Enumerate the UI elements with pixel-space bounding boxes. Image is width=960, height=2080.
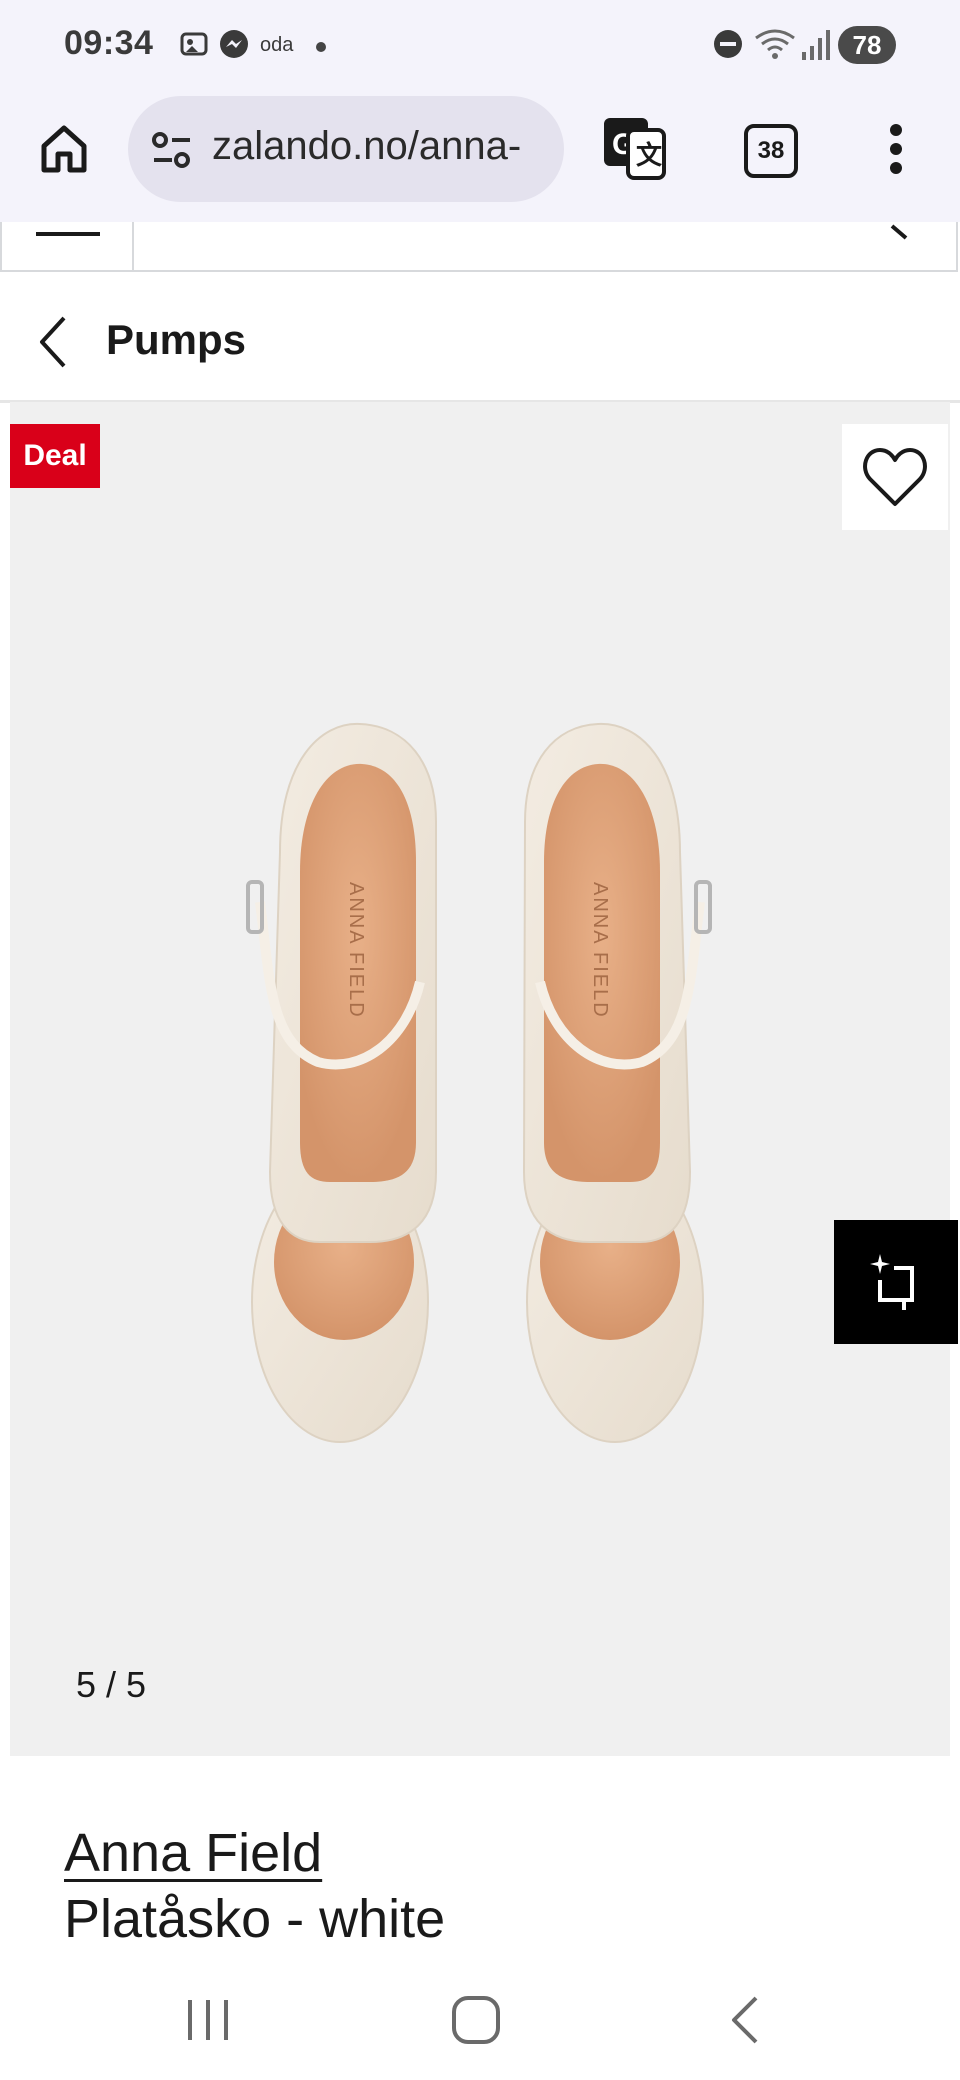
category-header: Pumps [0,274,960,403]
signal-icon [802,30,830,60]
strip-divider [132,222,134,272]
screenshot-icon [180,32,208,56]
home-icon[interactable] [36,120,92,176]
address-bar[interactable]: zalando.no/anna- [128,96,564,202]
product-name: Platåsko - white [64,1889,446,1949]
brand-link[interactable]: Anna Field [64,1822,322,1884]
wishlist-button[interactable] [842,424,948,530]
visual-search-button[interactable] [834,1220,958,1344]
category-title[interactable]: Pumps [106,316,246,364]
wifi-icon [755,29,795,59]
dnd-icon [714,30,742,58]
notification-label: oda [260,34,294,56]
home-nav-icon[interactable] [450,1994,502,2046]
status-bar: 09:34 oda 78 [0,0,960,96]
url-text[interactable]: zalando.no/anna- [212,124,552,169]
menu-icon[interactable] [36,232,100,236]
svg-text:ANNA FIELD: ANNA FIELD [589,882,611,1019]
notification-dot [316,42,326,52]
battery-indicator: 78 [838,26,896,64]
site-search-strip [0,222,960,276]
svg-text:文: 文 [636,140,663,170]
left-shoe: ANNA FIELD [246,722,437,1443]
back-nav-icon[interactable] [728,1994,764,2046]
deal-badge: Deal [10,424,100,488]
tab-switcher-button[interactable]: 38 [744,124,798,178]
image-counter: 5 / 5 [76,1664,147,1705]
svg-text:ANNA FIELD: ANNA FIELD [345,882,367,1019]
messenger-icon [220,30,248,58]
ai-crop-icon [870,1254,914,1310]
chevron-icon[interactable] [888,222,918,252]
more-vert-icon[interactable] [888,124,904,174]
site-settings-icon[interactable] [150,130,194,170]
product-image-gallery[interactable]: Deal ANNA FIELD ANNA FIELD 5 / 5 [10,402,958,1756]
translate-icon[interactable]: G 文 [602,116,666,180]
heart-icon [863,448,927,506]
clock: 09:34 [64,24,154,62]
recent-apps-icon[interactable] [186,1994,230,2046]
right-shoe: ANNA FIELD [522,722,712,1443]
search-field-frame[interactable] [0,222,958,272]
browser-toolbar: zalando.no/anna- G 文 38 [0,96,960,222]
product-photo: ANNA FIELD ANNA FIELD [246,722,712,1443]
back-arrow-icon[interactable] [36,314,72,370]
system-navigation-bar [0,1972,960,2080]
